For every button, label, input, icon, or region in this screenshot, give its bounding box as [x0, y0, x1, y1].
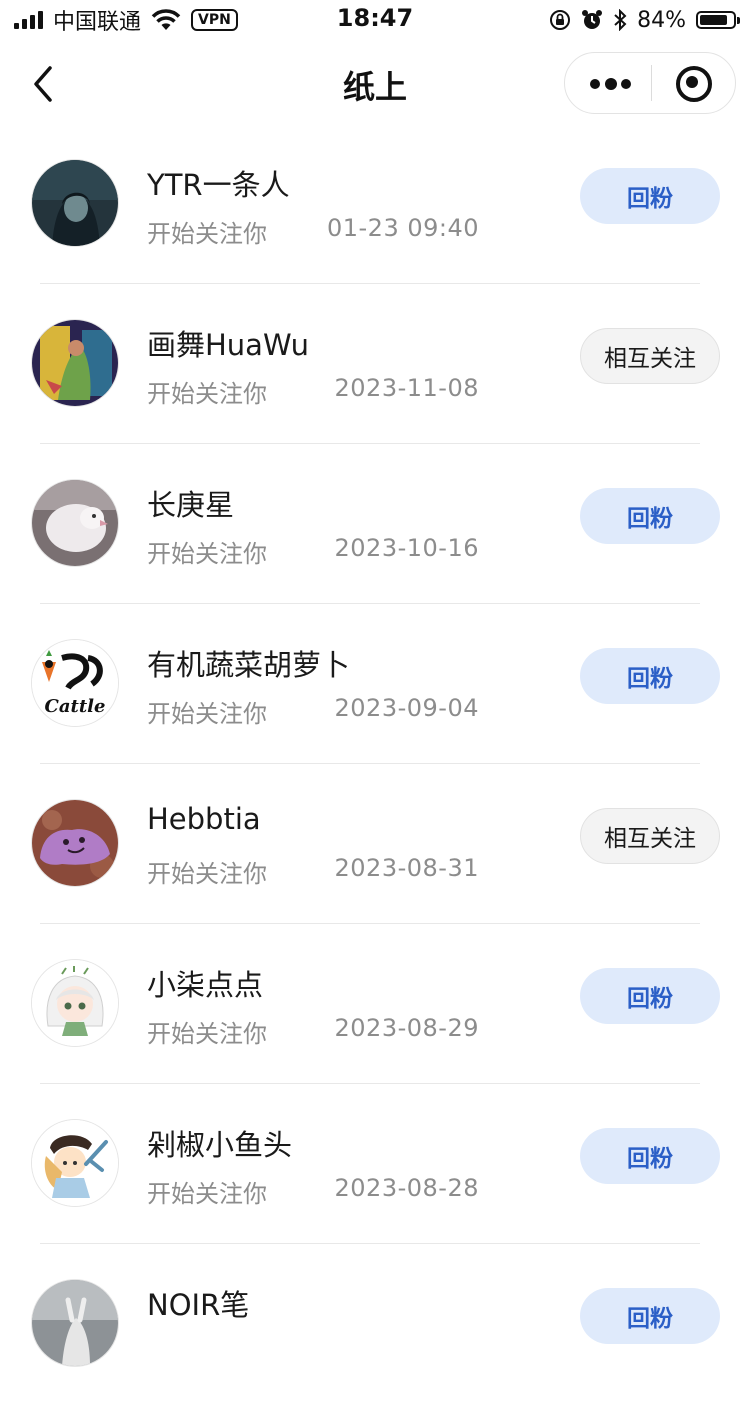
avatar[interactable] [32, 480, 118, 566]
follow-back-button[interactable]: 回粉 [580, 1288, 720, 1344]
follower-action: 开始关注你 [147, 860, 267, 888]
list-item[interactable]: 长庚星 开始关注你 2023-10-16 回粉 [0, 444, 750, 604]
nav-bar: 纸上 [0, 44, 750, 124]
avatar[interactable] [32, 1120, 118, 1206]
follower-name: 剁椒小鱼头 [147, 1128, 293, 1162]
follower-name: 有机蔬菜胡萝卜 [147, 648, 351, 682]
follow-time: 2023-08-29 [334, 1014, 479, 1042]
follower-action: 开始关注你 [147, 540, 267, 568]
follow-time: 2023-09-04 [334, 694, 479, 722]
list-item[interactable]: YTR一条人 开始关注你 01-23 09:40 回粉 [0, 124, 750, 284]
list-item[interactable]: 画舞HuaWu 开始关注你 2023-11-08 相互关注 [0, 284, 750, 444]
mutual-follow-button[interactable]: 相互关注 [580, 328, 720, 384]
follower-action: 开始关注你 [147, 380, 267, 408]
follower-name: 小柒点点 [147, 968, 264, 1002]
svg-text:Cattle: Cattle [45, 696, 106, 717]
follow-back-button[interactable]: 回粉 [580, 488, 720, 544]
follower-action: 开始关注你 [147, 220, 267, 248]
follower-name: Hebbtia [147, 802, 261, 836]
miniprogram-capsule [564, 52, 736, 114]
bluetooth-icon [614, 9, 627, 31]
list-item[interactable]: Cattle 有机蔬菜胡萝卜 开始关注你 2023-09-04 回粉 [0, 604, 750, 764]
follow-time: 2023-11-08 [334, 374, 479, 402]
follower-action: 开始关注你 [147, 700, 267, 728]
status-bar: 中国联通 VPN 18:47 84% [0, 0, 750, 40]
avatar[interactable] [32, 800, 118, 886]
capsule-divider [651, 65, 652, 101]
follow-time: 2023-08-28 [334, 1174, 479, 1202]
avatar[interactable] [32, 960, 118, 1046]
avatar[interactable] [32, 320, 118, 406]
avatar[interactable] [32, 1280, 118, 1366]
avatar[interactable]: Cattle [32, 640, 118, 726]
list-item[interactable]: 剁椒小鱼头 开始关注你 2023-08-28 回粉 [0, 1084, 750, 1244]
avatar[interactable] [32, 160, 118, 246]
follow-time: 2023-08-31 [334, 854, 479, 882]
more-dots-icon[interactable] [565, 53, 651, 113]
list-item[interactable]: NOIR笔 回粉 [0, 1244, 750, 1404]
follow-back-button[interactable]: 回粉 [580, 168, 720, 224]
mutual-follow-button[interactable]: 相互关注 [580, 808, 720, 864]
follow-back-button[interactable]: 回粉 [580, 1128, 720, 1184]
battery-icon [696, 11, 740, 29]
alarm-icon [582, 10, 603, 29]
follow-time: 2023-10-16 [334, 534, 479, 562]
follow-back-button[interactable]: 回粉 [580, 968, 720, 1024]
follow-time: 01-23 09:40 [326, 214, 479, 242]
close-target-icon[interactable] [661, 53, 731, 113]
follower-name: 长庚星 [147, 488, 235, 522]
list-item[interactable]: Hebbtia 开始关注你 2023-08-31 相互关注 [0, 764, 750, 924]
follower-list: YTR一条人 开始关注你 01-23 09:40 回粉 画舞HuaWu 开始关注… [0, 124, 750, 1404]
follower-name: 画舞HuaWu [147, 328, 309, 362]
rotation-lock-icon [550, 10, 571, 30]
battery-percent: 84% [637, 7, 686, 33]
follower-name: YTR一条人 [147, 168, 290, 202]
follower-name: NOIR笔 [147, 1288, 250, 1322]
follow-back-button[interactable]: 回粉 [580, 648, 720, 704]
list-item[interactable]: 小柒点点 开始关注你 2023-08-29 回粉 [0, 924, 750, 1084]
follower-action: 开始关注你 [147, 1020, 267, 1048]
follower-action: 开始关注你 [147, 1180, 267, 1208]
